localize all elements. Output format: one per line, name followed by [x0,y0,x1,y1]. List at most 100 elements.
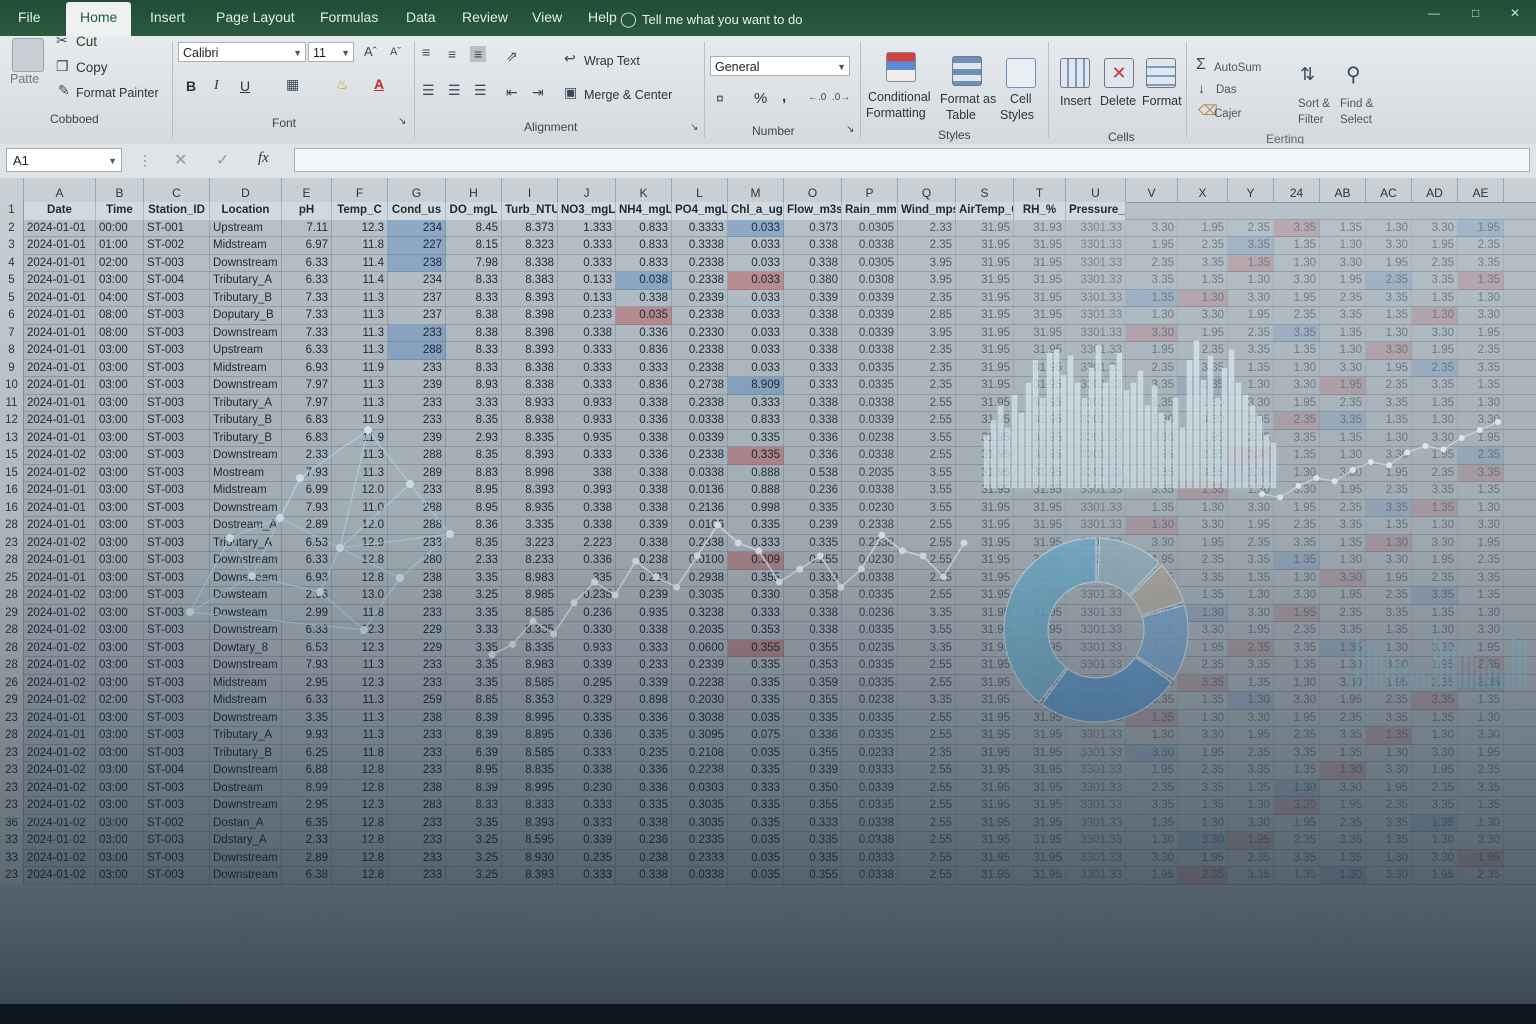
table-cell[interactable]: 1.35 [1228,254,1274,272]
table-cell[interactable]: 2024-01-02 [24,867,96,885]
column-title[interactable]: Rain_mm [842,202,898,220]
insert-function-button[interactable]: fx [258,150,269,167]
table-cell[interactable]: ST-003 [144,412,210,430]
table-cell[interactable]: 238 [388,709,446,727]
table-cell[interactable]: 0.2136 [672,499,728,517]
column-title[interactable]: Flow_m3s [784,202,842,220]
wrap-text-button[interactable]: Wrap Text [584,54,640,68]
table-cell[interactable]: 2.55 [898,552,956,570]
table-cell[interactable]: 3.30 [1274,482,1320,500]
table-cell[interactable]: 6.53 [282,639,332,657]
fill-color-icon[interactable]: ♨ [336,76,349,93]
table-cell[interactable]: 0.2108 [672,744,728,762]
table-cell[interactable]: 8.393 [502,447,558,465]
table-cell[interactable]: 259 [388,692,446,710]
table-cell[interactable]: 0.836 [616,377,672,395]
fill-button[interactable]: Das [1216,84,1236,96]
table-cell[interactable]: 8.323 [502,237,558,255]
table-cell[interactable]: 2.89 [282,849,332,867]
table-cell[interactable]: 31.95 [956,412,1014,430]
table-cell[interactable]: 1.30 [1126,412,1178,430]
table-cell[interactable]: 8.39 [446,727,502,745]
table-cell[interactable]: 0.355 [728,639,784,657]
table-cell[interactable]: 31.95 [1014,447,1066,465]
table-cell[interactable]: 3.35 [1274,849,1320,867]
table-cell[interactable]: 2.35 [898,342,956,360]
table-cell[interactable]: 6.99 [282,482,332,500]
table-cell[interactable]: 0.333 [558,447,616,465]
table-cell[interactable]: 31.95 [956,779,1014,797]
table-cell[interactable]: 1.30 [1366,324,1412,342]
table-cell[interactable]: 1.95 [1320,272,1366,290]
table-cell[interactable]: 2.35 [1458,447,1504,465]
align-top-icon[interactable]: ≡ [422,44,430,60]
table-cell[interactable]: 2024-01-02 [24,779,96,797]
table-cell[interactable]: 12.0 [332,517,388,535]
table-cell[interactable]: 31.95 [1014,324,1066,342]
table-cell[interactable]: 3.35 [898,692,956,710]
table-cell[interactable]: 3301.33 [1066,744,1126,762]
table-cell[interactable]: 2.55 [898,394,956,412]
table-cell[interactable]: 3301.33 [1066,639,1126,657]
table-cell[interactable]: 31.95 [956,867,1014,885]
table-cell[interactable]: 1.30 [1458,289,1504,307]
table-cell[interactable]: 1.30 [1228,797,1274,815]
table-cell[interactable]: Tributary_A [210,534,282,552]
table-cell[interactable]: 6.53 [282,534,332,552]
table-cell[interactable]: 0.333 [558,359,616,377]
table-cell[interactable]: 3.35 [1366,709,1412,727]
table-cell[interactable]: 0.333 [784,814,842,832]
table-cell[interactable]: 2.35 [1274,832,1320,850]
row-header[interactable]: 28 [0,622,24,640]
column-header[interactable]: H [446,178,502,202]
table-cell[interactable]: 1.35 [1274,552,1320,570]
table-cell[interactable]: 3.30 [1458,412,1504,430]
table-cell[interactable]: 1.30 [1320,762,1366,780]
table-cell[interactable]: 0.336 [616,324,672,342]
table-cell[interactable]: ST-004 [144,272,210,290]
table-cell[interactable]: 1.35 [1366,727,1412,745]
table-cell[interactable]: Downstream [210,867,282,885]
table-cell[interactable]: 12.8 [332,814,388,832]
decrease-decimal-icon[interactable]: .0→ [832,92,850,103]
column-title[interactable]: pH [282,202,332,220]
table-cell[interactable]: 0.033 [728,342,784,360]
table-cell[interactable]: 2.35 [1412,254,1458,272]
conditional-formatting-line1[interactable]: Conditional [868,90,931,104]
table-cell[interactable]: ST-003 [144,709,210,727]
table-cell[interactable]: 2024-01-01 [24,412,96,430]
table-cell[interactable]: 7.33 [282,324,332,342]
table-cell[interactable]: ST-003 [144,604,210,622]
table-cell[interactable]: 31.95 [1014,692,1066,710]
sort-filter-line2[interactable]: Filter [1298,114,1324,126]
table-cell[interactable]: 3.35 [446,569,502,587]
table-cell[interactable]: 31.95 [1014,744,1066,762]
decrease-indent-icon[interactable]: ⇤ [506,84,518,101]
dialog-launcher-icon[interactable]: ↘ [846,124,854,135]
table-cell[interactable]: 31.95 [956,692,1014,710]
table-cell[interactable]: 1.35 [1228,359,1274,377]
table-cell[interactable]: 2.55 [898,447,956,465]
table-cell[interactable]: 3.30 [1320,359,1366,377]
table-cell[interactable]: 3.35 [446,814,502,832]
table-cell[interactable]: 8.930 [502,849,558,867]
table-cell[interactable]: 0.333 [558,377,616,395]
dialog-launcher-icon[interactable]: ↘ [690,122,698,133]
table-cell[interactable]: 3.35 [282,709,332,727]
number-format-select[interactable]: General ▼ [710,56,850,76]
table-cell[interactable]: 0.888 [728,464,784,482]
table-cell[interactable]: 2024-01-02 [24,587,96,605]
table-cell[interactable]: 8.995 [502,779,558,797]
table-cell[interactable]: 03:00 [96,797,144,815]
table-cell[interactable]: 0.338 [784,254,842,272]
table-cell[interactable]: 12.3 [332,797,388,815]
table-cell[interactable]: 8.393 [502,289,558,307]
row-header[interactable]: 36 [0,814,24,832]
table-cell[interactable]: Tributary_B [210,429,282,447]
table-cell[interactable]: 31.95 [1014,727,1066,745]
table-cell[interactable]: 31.95 [1014,412,1066,430]
table-cell[interactable]: 1.30 [1178,814,1228,832]
table-cell[interactable]: 1.35 [1412,709,1458,727]
table-cell[interactable]: 3.35 [446,639,502,657]
table-cell[interactable]: 2.35 [1412,569,1458,587]
